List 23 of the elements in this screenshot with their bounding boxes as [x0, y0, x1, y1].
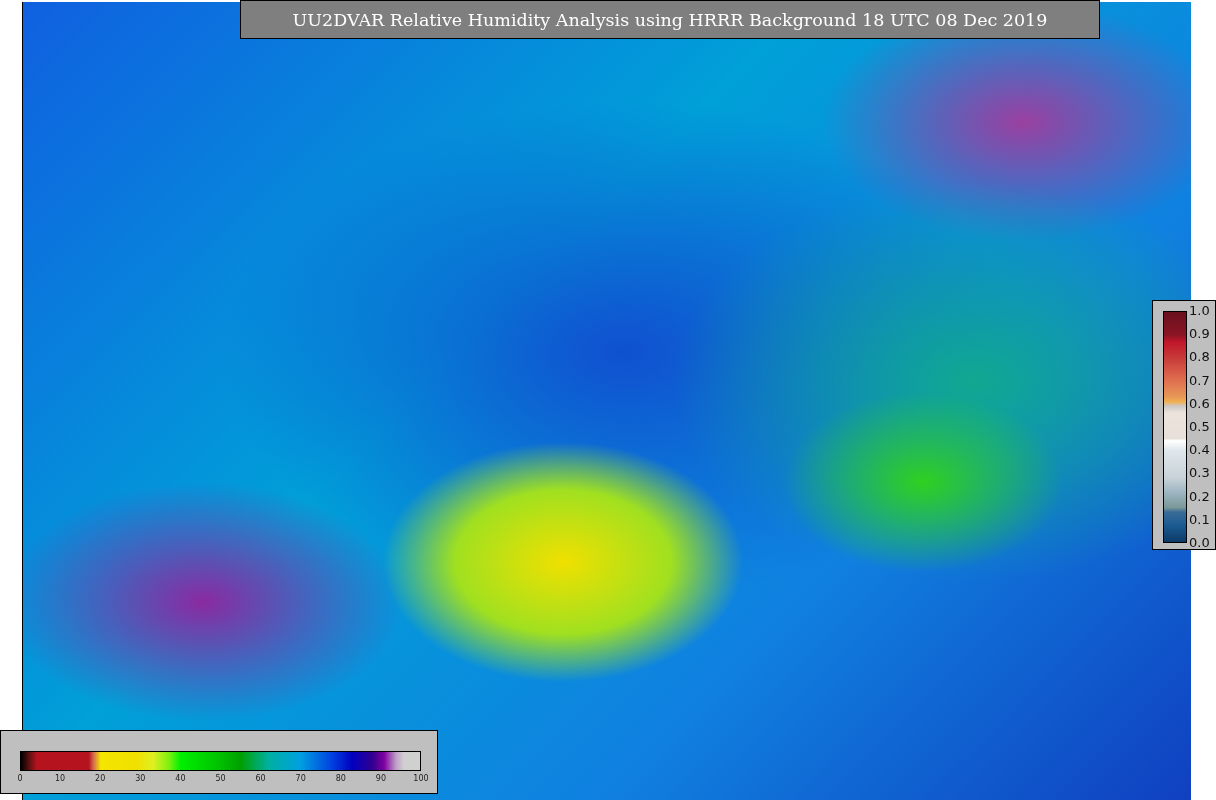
tick-label: 20 [95, 774, 106, 784]
tick-label: 50 [215, 774, 226, 784]
tick-label: 1.0 [1189, 304, 1210, 318]
tick-label: 0 [17, 774, 23, 784]
tick-label: 0.9 [1189, 327, 1210, 342]
map-title: UU2DVAR Relative Humidity Analysis using HRRR Background 18 UTC 08 Dec 2019 [240, 0, 1100, 39]
tick-label: 90 [375, 774, 386, 784]
tick-label: 0.8 [1189, 350, 1210, 365]
tick-label: 30 [135, 774, 146, 784]
tick-label: 10 [55, 774, 66, 784]
tick-label: 0.5 [1189, 420, 1210, 434]
tick-label: 0.2 [1189, 489, 1210, 504]
tick-label: 0.6 [1189, 396, 1210, 411]
tick-label: 100 [413, 774, 429, 784]
tick-label: 0.3 [1189, 466, 1210, 481]
tick-label: 0.7 [1189, 373, 1210, 388]
tick-label: 60 [255, 774, 266, 784]
tick-label: 0.1 [1189, 512, 1210, 527]
tick-label: 80 [335, 774, 346, 784]
tick-label: 0.0 [1189, 536, 1210, 550]
tick-label: 40 [175, 774, 186, 784]
tick-label: 0.4 [1189, 443, 1210, 458]
tick-label: 70 [295, 774, 306, 784]
